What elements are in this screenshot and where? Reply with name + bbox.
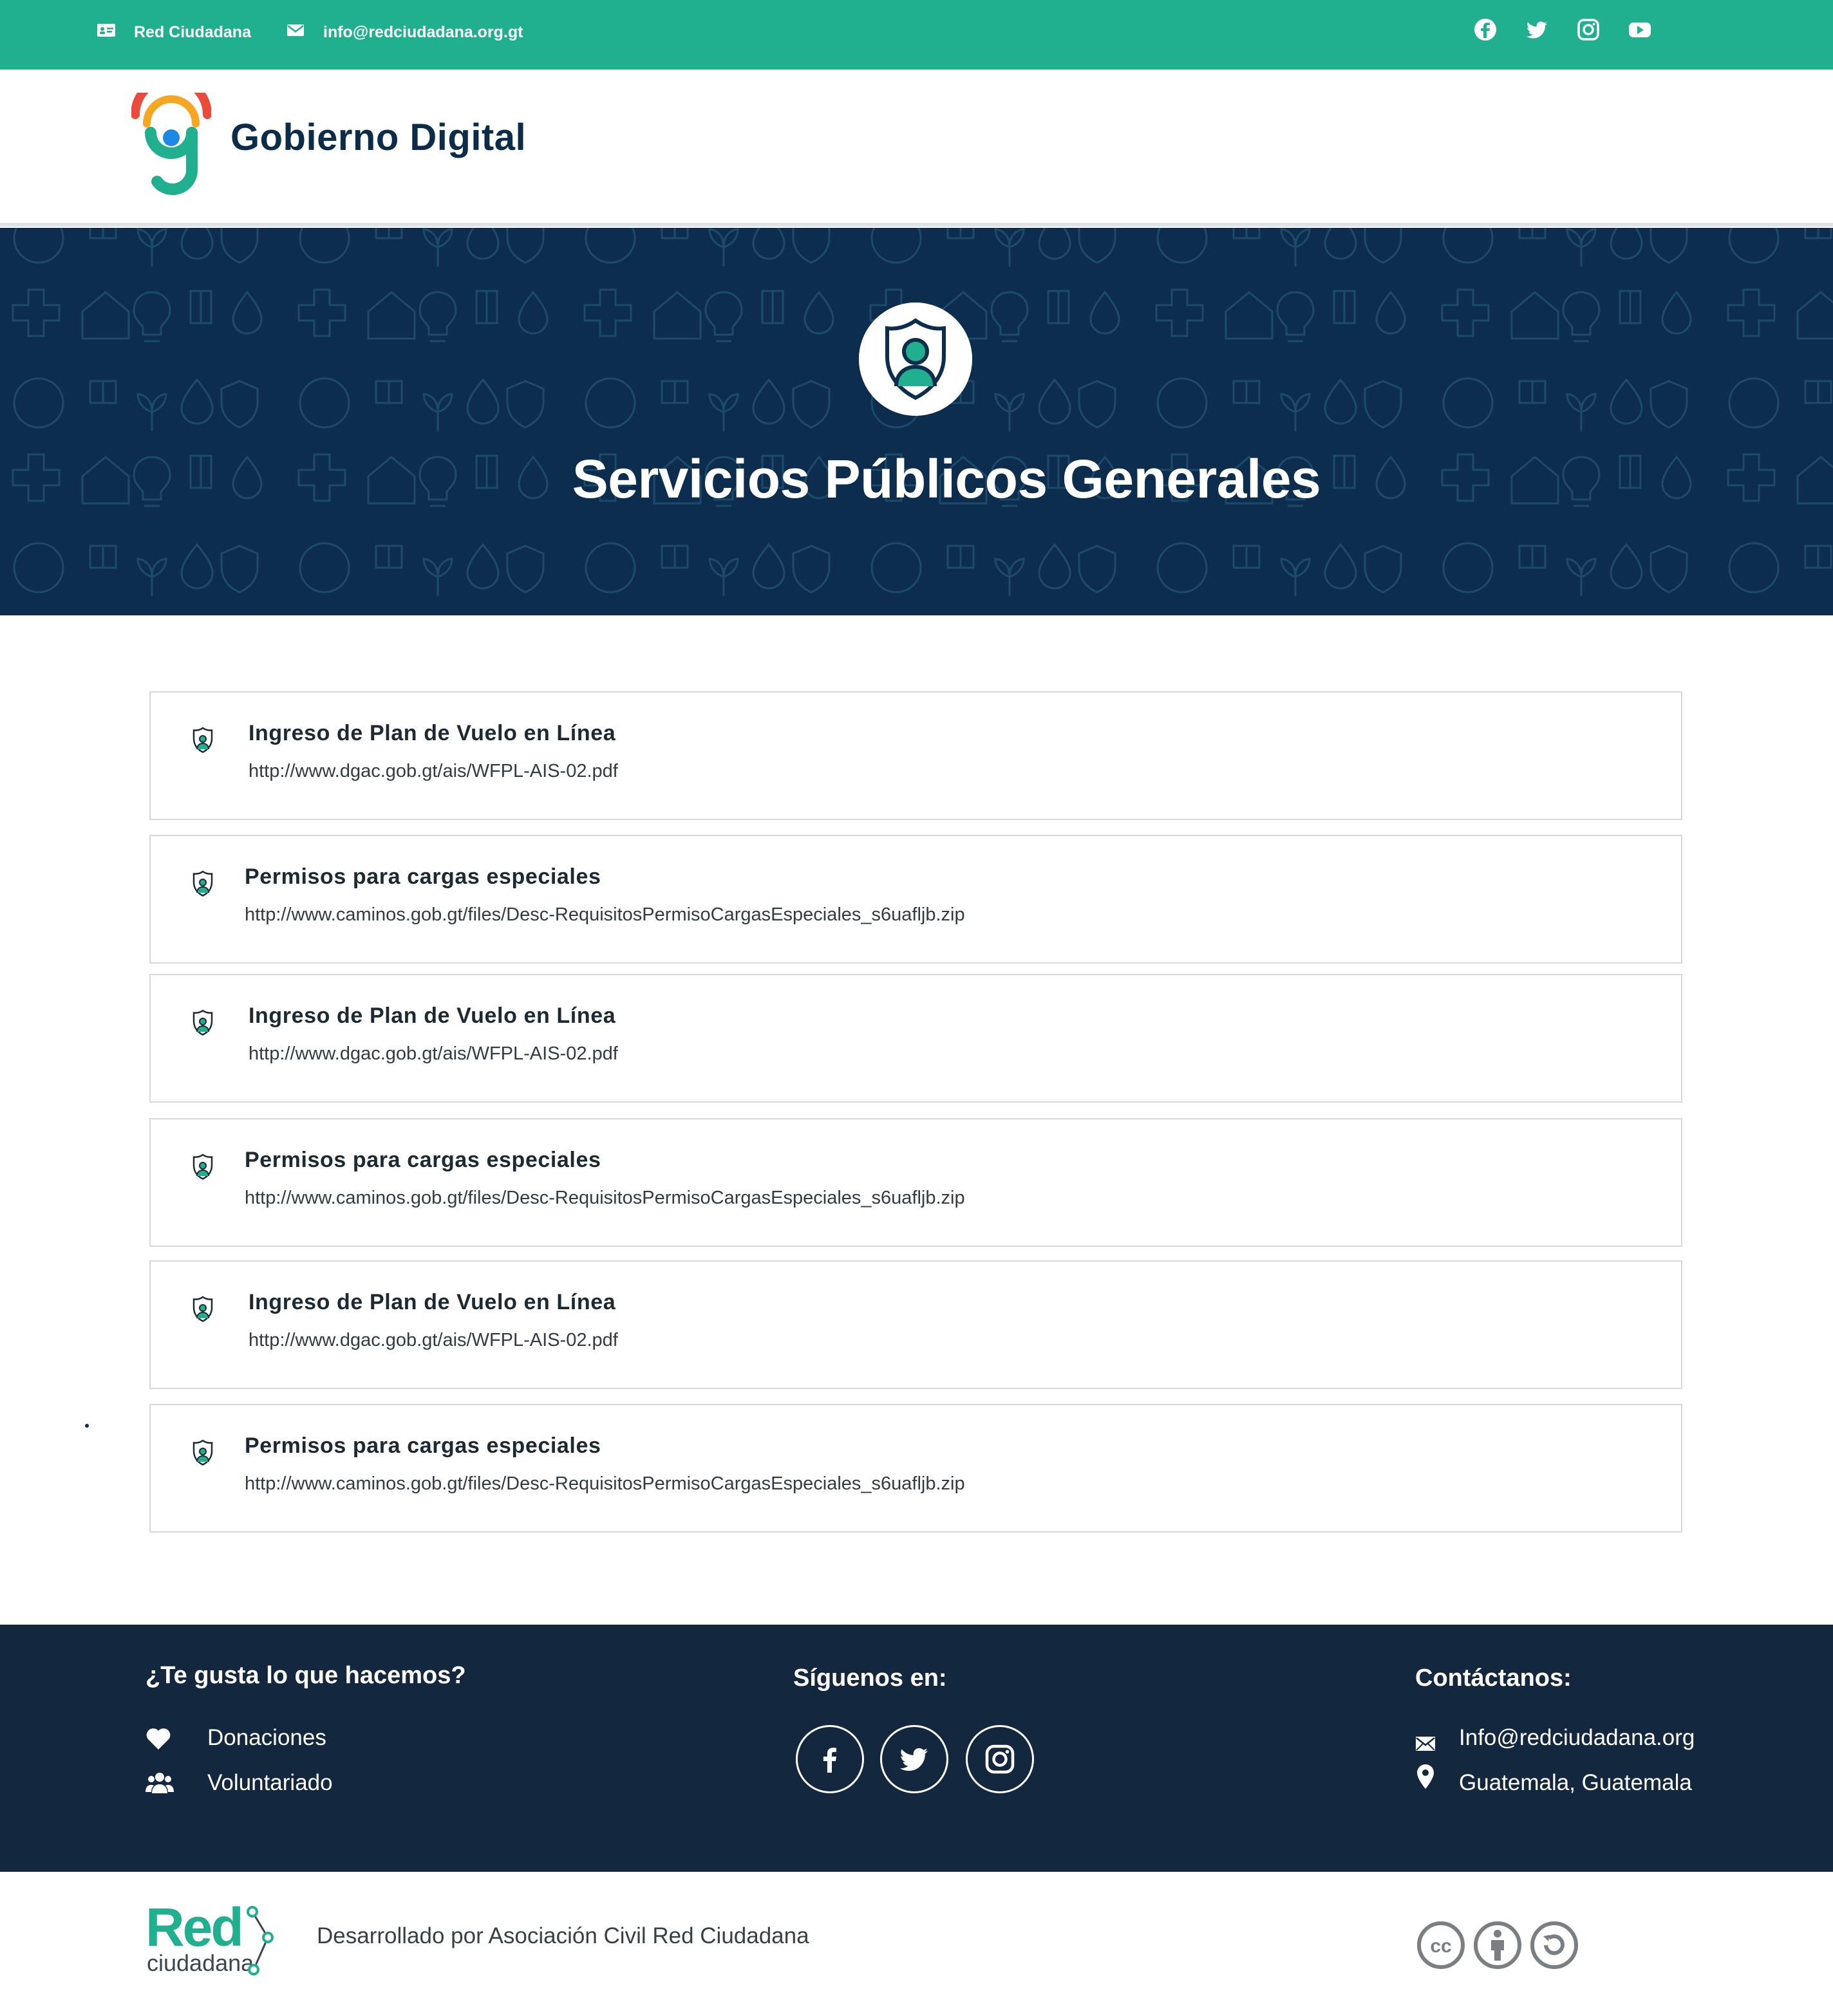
facebook-icon[interactable] — [1474, 18, 1497, 41]
contact-heading: Contáctanos: — [1415, 1665, 1572, 1692]
logo-ciudadana-text: ciudadana — [147, 1950, 254, 1976]
service-title: Permisos para cargas especiales — [245, 1148, 601, 1172]
email-text: info@redciudadana.org.gt — [323, 23, 523, 41]
service-card[interactable]: Permisos para cargas especiales http://w… — [149, 1404, 1682, 1533]
site-logo-text[interactable]: Gobierno Digital — [230, 116, 526, 159]
org-name: Red Ciudadana — [134, 23, 251, 41]
service-title: Ingreso de Plan de Vuelo en Línea — [249, 1003, 616, 1028]
service-link[interactable]: http://www.caminos.gob.gt/files/Desc-Req… — [245, 1473, 965, 1495]
hero-banner: Servicios Públicos Generales — [0, 228, 1833, 615]
site-header: Gobierno Digital — [0, 70, 1833, 227]
envelope-icon — [286, 21, 305, 44]
citizen-shield-icon — [189, 1439, 216, 1470]
contact-email[interactable]: Info@redciudadana.org — [1415, 1725, 1695, 1751]
email-contact[interactable]: info@redciudadana.org.gt — [286, 21, 523, 44]
service-card[interactable]: Permisos para cargas especiales http://w… — [149, 1118, 1682, 1247]
developed-by-text: Desarrollado por Asociación Civil Red Ci… — [317, 1923, 809, 1948]
instagram-icon[interactable] — [1577, 18, 1600, 41]
service-title: Ingreso de Plan de Vuelo en Línea — [249, 1290, 616, 1314]
follow-heading: Síguenos en: — [793, 1665, 947, 1692]
logo-red-text: Red — [146, 1897, 244, 1957]
twitter-icon[interactable] — [880, 1725, 948, 1793]
org-contact[interactable]: Red Ciudadana — [97, 21, 251, 44]
location-text: Guatemala, Guatemala — [1459, 1770, 1692, 1795]
service-card[interactable]: Permisos para cargas especiales http://w… — [149, 835, 1682, 964]
donations-label: Donaciones — [207, 1725, 326, 1750]
by-icon[interactable] — [1473, 1921, 1522, 1970]
support-heading: ¿Te gusta lo que hacemos? — [146, 1662, 466, 1689]
service-link[interactable]: http://www.caminos.gob.gt/files/Desc-Req… — [245, 1188, 965, 1209]
service-title: Permisos para cargas especiales — [245, 1433, 601, 1458]
top-bar: Red Ciudadana info@redciudadana.org.gt — [0, 0, 1833, 70]
donations-link[interactable]: Donaciones — [146, 1725, 326, 1751]
site-footer: ¿Te gusta lo que hacemos? Donaciones Vol… — [0, 1625, 1833, 1872]
network-nodes-icon — [242, 1905, 281, 1976]
svg-text:cc: cc — [1430, 1936, 1451, 1957]
citizen-shield-icon — [189, 1295, 216, 1326]
service-title: Ingreso de Plan de Vuelo en Línea — [249, 721, 616, 745]
volunteering-link[interactable]: Voluntariado — [146, 1770, 333, 1796]
service-title: Permisos para cargas especiales — [245, 864, 601, 889]
service-card[interactable]: Ingreso de Plan de Vuelo en Línea http:/… — [149, 974, 1682, 1103]
service-card[interactable]: Ingreso de Plan de Vuelo en Línea http:/… — [149, 691, 1682, 820]
citizen-shield-icon — [859, 303, 972, 416]
service-card[interactable]: Ingreso de Plan de Vuelo en Línea http:/… — [149, 1260, 1682, 1389]
hero-pattern-icon — [0, 228, 1833, 615]
twitter-icon[interactable] — [1525, 18, 1548, 41]
users-icon — [146, 1770, 174, 1802]
cc-icon[interactable]: cc — [1416, 1921, 1465, 1970]
citizen-shield-icon — [189, 726, 216, 757]
page-title: Servicios Públicos Generales — [572, 449, 1321, 509]
facebook-icon[interactable] — [796, 1725, 864, 1793]
heart-icon — [146, 1728, 171, 1757]
service-link[interactable]: http://www.dgac.gob.gt/ais/WFPL-AIS-02.p… — [249, 1330, 618, 1351]
contact-location: Guatemala, Guatemala — [1415, 1764, 1692, 1796]
service-link[interactable]: http://www.dgac.gob.gt/ais/WFPL-AIS-02.p… — [249, 1043, 618, 1065]
instagram-icon[interactable] — [966, 1725, 1034, 1793]
sa-icon[interactable] — [1530, 1921, 1579, 1970]
map-pin-icon — [1416, 1764, 1434, 1795]
service-link[interactable]: http://www.caminos.gob.gt/files/Desc-Req… — [245, 904, 965, 926]
citizen-shield-icon — [189, 1009, 216, 1040]
contact-email-text: Info@redciudadana.org — [1459, 1725, 1695, 1750]
citizen-shield-icon — [189, 870, 216, 901]
service-link[interactable]: http://www.dgac.gob.gt/ais/WFPL-AIS-02.p… — [249, 761, 618, 782]
citizen-shield-icon — [189, 1153, 216, 1184]
id-card-icon — [97, 21, 116, 44]
envelope-icon — [1415, 1731, 1436, 1757]
bottom-bar: Red ciudadana Desarrollado por Asociació… — [0, 1872, 1833, 2016]
stray-dot — [85, 1424, 89, 1428]
volunteering-label: Voluntariado — [207, 1770, 333, 1795]
red-ciudadana-logo[interactable]: Red ciudadana — [146, 1900, 281, 1977]
top-social-links — [1474, 18, 1651, 41]
gobierno-digital-logo-icon[interactable] — [131, 74, 212, 196]
youtube-icon[interactable] — [1628, 18, 1651, 41]
